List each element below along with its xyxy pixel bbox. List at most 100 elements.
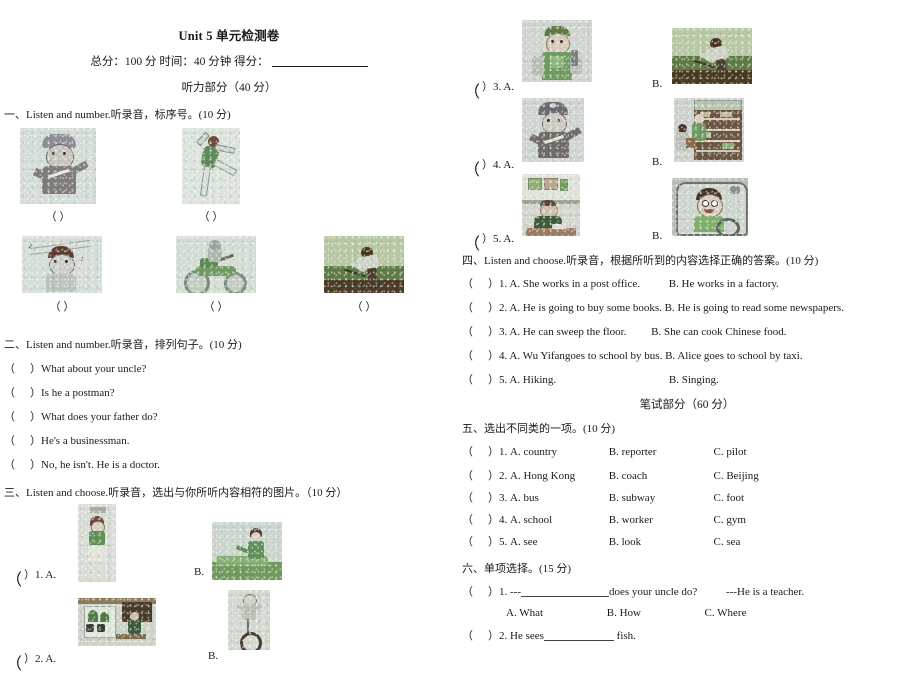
section-4-row-4[interactable]: （）4. A. Wu Yifangoes to school by bus. B… xyxy=(462,347,912,363)
answer-bracket[interactable]: （ xyxy=(462,467,488,483)
section-5-row-2[interactable]: （）2. A. Hong Kong B. coach C. Beijing xyxy=(462,467,912,483)
section-5-row-4-option-b[interactable]: B. worker xyxy=(609,514,711,526)
thumb-unicycle-rider xyxy=(228,590,270,650)
section-4-row-5-num: ）5. xyxy=(488,374,508,386)
section-5-row-2-option-a[interactable]: A. Hong Kong xyxy=(510,470,606,482)
section-5-row-4-num: ）4. xyxy=(488,514,508,526)
thumb-dancer-leaping xyxy=(182,128,240,204)
section-4-row-5-option-a[interactable]: A. Hiking. xyxy=(509,374,556,386)
section-2-item-4-text: ）He's a businessman. xyxy=(30,435,130,447)
answer-bracket[interactable]: （ xyxy=(4,408,30,424)
answer-bracket[interactable]: （ xyxy=(4,360,30,376)
section-6-q1-option-c[interactable]: C. Where xyxy=(705,607,747,619)
answer-bracket[interactable]: （ xyxy=(462,627,488,643)
section-5-row-3-option-a[interactable]: A. bus xyxy=(510,492,606,504)
section-4-row-2-option-b[interactable]: B. He is going to read some newspapers. xyxy=(665,302,844,314)
score-line: 总分：100 分 时间：40 分钟 得分： xyxy=(4,53,454,69)
section-4-row-1[interactable]: （）1. A. She works in a post office. B. H… xyxy=(462,275,912,291)
section-4-row-2[interactable]: （）2. A. He is going to buy some books. B… xyxy=(462,299,912,315)
section-3-q1-b-label: B. xyxy=(194,566,205,578)
section-1-caption-5: （ ） xyxy=(351,301,377,313)
section-4-row-3[interactable]: （）3. A. He can sweep the floor. B. She c… xyxy=(462,323,912,339)
section-6-q2-blank[interactable] xyxy=(543,640,614,641)
section-3-question-3: ）3. A. （ B. xyxy=(462,20,912,101)
answer-bracket[interactable]: （ xyxy=(6,566,32,590)
answer-bracket[interactable]: （ xyxy=(462,299,488,315)
section-5-row-1-option-b[interactable]: B. reporter xyxy=(609,446,711,458)
section-5-row-2-option-b[interactable]: B. coach xyxy=(609,470,711,482)
answer-bracket[interactable]: （ xyxy=(462,443,488,459)
section-6-question-2[interactable]: （）2. He sees fish. xyxy=(462,627,912,643)
section-5-row-1-option-c[interactable]: C. pilot xyxy=(714,446,747,458)
section-3-question-5: ）5. A. （ B. xyxy=(462,174,912,253)
section-5-row-3-option-b[interactable]: B. subway xyxy=(609,492,711,504)
section-5-row-2-option-c[interactable]: C. Beijing xyxy=(714,470,759,482)
thumb-girl-standing xyxy=(78,504,116,582)
answer-bracket[interactable]: （ xyxy=(4,432,30,448)
section-5-row-5-option-b[interactable]: B. look xyxy=(609,536,711,548)
section-6-q2-num: ）2. xyxy=(488,630,508,642)
section-4-row-4-num: ）4. xyxy=(488,350,508,362)
section-5-row-5-num: ）5. xyxy=(488,536,508,548)
section-2-item-2[interactable]: （）Is he a postman? xyxy=(4,384,454,400)
answer-bracket[interactable]: （ xyxy=(462,371,488,387)
section-3-heading: 三、Listen and choose.听录音，选出与你所听内容相符的图片。（1… xyxy=(4,487,348,499)
section-5-row-4[interactable]: （）4. A. school B. worker C. gym xyxy=(462,511,912,527)
thumb-farmer-in-field xyxy=(672,28,752,84)
left-column: Unit 5 单元检测卷 总分：100 分 时间：40 分钟 得分： 听力部分（… xyxy=(4,0,454,673)
score-line-text: 总分：100 分 时间：40 分钟 得分： xyxy=(90,56,269,68)
thumb-policeman-pointing xyxy=(20,128,96,204)
section-4-row-1-option-a[interactable]: A. She works in a post office. xyxy=(509,278,640,290)
section-6-q1-option-b[interactable]: B. How xyxy=(607,607,702,619)
section-5-row-4-option-a[interactable]: A. school xyxy=(510,514,606,526)
answer-bracket[interactable]: （ xyxy=(462,347,488,363)
section-4-row-5-option-b[interactable]: B. Singing. xyxy=(669,374,719,386)
thumb-policeman-saluting xyxy=(522,98,584,162)
section-6-q1-options[interactable]: A. What B. How C. Where xyxy=(462,607,912,619)
answer-bracket[interactable]: （ xyxy=(462,489,488,505)
section-4-row-2-option-a[interactable]: A. He is going to buy some books. xyxy=(509,302,661,314)
answer-bracket[interactable]: （ xyxy=(462,323,488,339)
section-6-q1-num: ）1. xyxy=(488,586,508,598)
section-2-item-1[interactable]: （）What about your uncle? xyxy=(4,360,454,376)
section-4-row-4-option-a[interactable]: A. Wu Yifangoes to school by bus. xyxy=(509,350,662,362)
score-blank[interactable] xyxy=(271,66,368,67)
section-5-row-3-num: ）3. xyxy=(488,492,508,504)
answer-bracket[interactable]: （ xyxy=(464,230,490,254)
section-1-caption-3: （ ） xyxy=(49,301,75,313)
answer-bracket[interactable]: （ xyxy=(462,533,488,549)
page-title: Unit 5 单元检测卷 xyxy=(178,29,280,43)
answer-bracket[interactable]: （ xyxy=(6,650,32,674)
section-4-row-2-num: ）2. xyxy=(488,302,508,314)
section-2-item-4[interactable]: （）He's a businessman. xyxy=(4,432,454,448)
section-5-row-4-option-c[interactable]: C. gym xyxy=(714,514,746,526)
section-5-row-5[interactable]: （）5. A. see B. look C. sea xyxy=(462,533,912,549)
section-6-q1-option-a[interactable]: A. What xyxy=(506,607,604,619)
section-5-row-3-option-c[interactable]: C. foot xyxy=(714,492,745,504)
section-6-q1-blank[interactable] xyxy=(521,596,609,597)
section-6-q1-tail: does your uncle do? xyxy=(609,586,698,598)
answer-bracket[interactable]: （ xyxy=(462,511,488,527)
section-2-item-2-text: ）Is he a postman? xyxy=(30,387,115,399)
section-1-image-row-1: （ ） （ ） xyxy=(4,128,454,228)
section-5-row-3[interactable]: （）3. A. bus B. subway C. foot xyxy=(462,489,912,505)
section-5-row-1[interactable]: （）1. A. country B. reporter C. pilot xyxy=(462,443,912,459)
section-1-caption-1: （ ） xyxy=(45,211,71,223)
section-4-row-3-option-a[interactable]: A. He can sweep the floor. xyxy=(509,326,626,338)
section-5-row-5-option-a[interactable]: A. see xyxy=(510,536,606,548)
thumb-boy-singing: ♪ ♫ ♪ xyxy=(22,236,102,293)
section-5-row-5-option-c[interactable]: C. sea xyxy=(714,536,741,548)
section-4-row-3-option-b[interactable]: B. She can cook Chinese food. xyxy=(651,326,786,338)
answer-bracket[interactable]: （ xyxy=(4,456,30,472)
answer-bracket[interactable]: （ xyxy=(462,583,488,599)
answer-bracket[interactable]: （ xyxy=(4,384,30,400)
section-4-row-4-option-b[interactable]: B. Alice goes to school by taxi. xyxy=(665,350,802,362)
section-2-item-3[interactable]: （）What does your father do? xyxy=(4,408,454,424)
section-6-q1-answer: ---He is a teacher. xyxy=(726,586,805,598)
section-5-row-1-option-a[interactable]: A. country xyxy=(510,446,606,458)
section-6-question-1[interactable]: （）1. --- does your uncle do? ---He is a t… xyxy=(462,583,912,599)
section-4-row-5[interactable]: （）5. A. Hiking. B. Singing. xyxy=(462,371,912,387)
section-4-row-1-option-b[interactable]: B. He works in a factory. xyxy=(669,278,779,290)
section-2-item-5[interactable]: （）No, he isn't. He is a doctor. xyxy=(4,456,454,472)
answer-bracket[interactable]: （ xyxy=(462,275,488,291)
